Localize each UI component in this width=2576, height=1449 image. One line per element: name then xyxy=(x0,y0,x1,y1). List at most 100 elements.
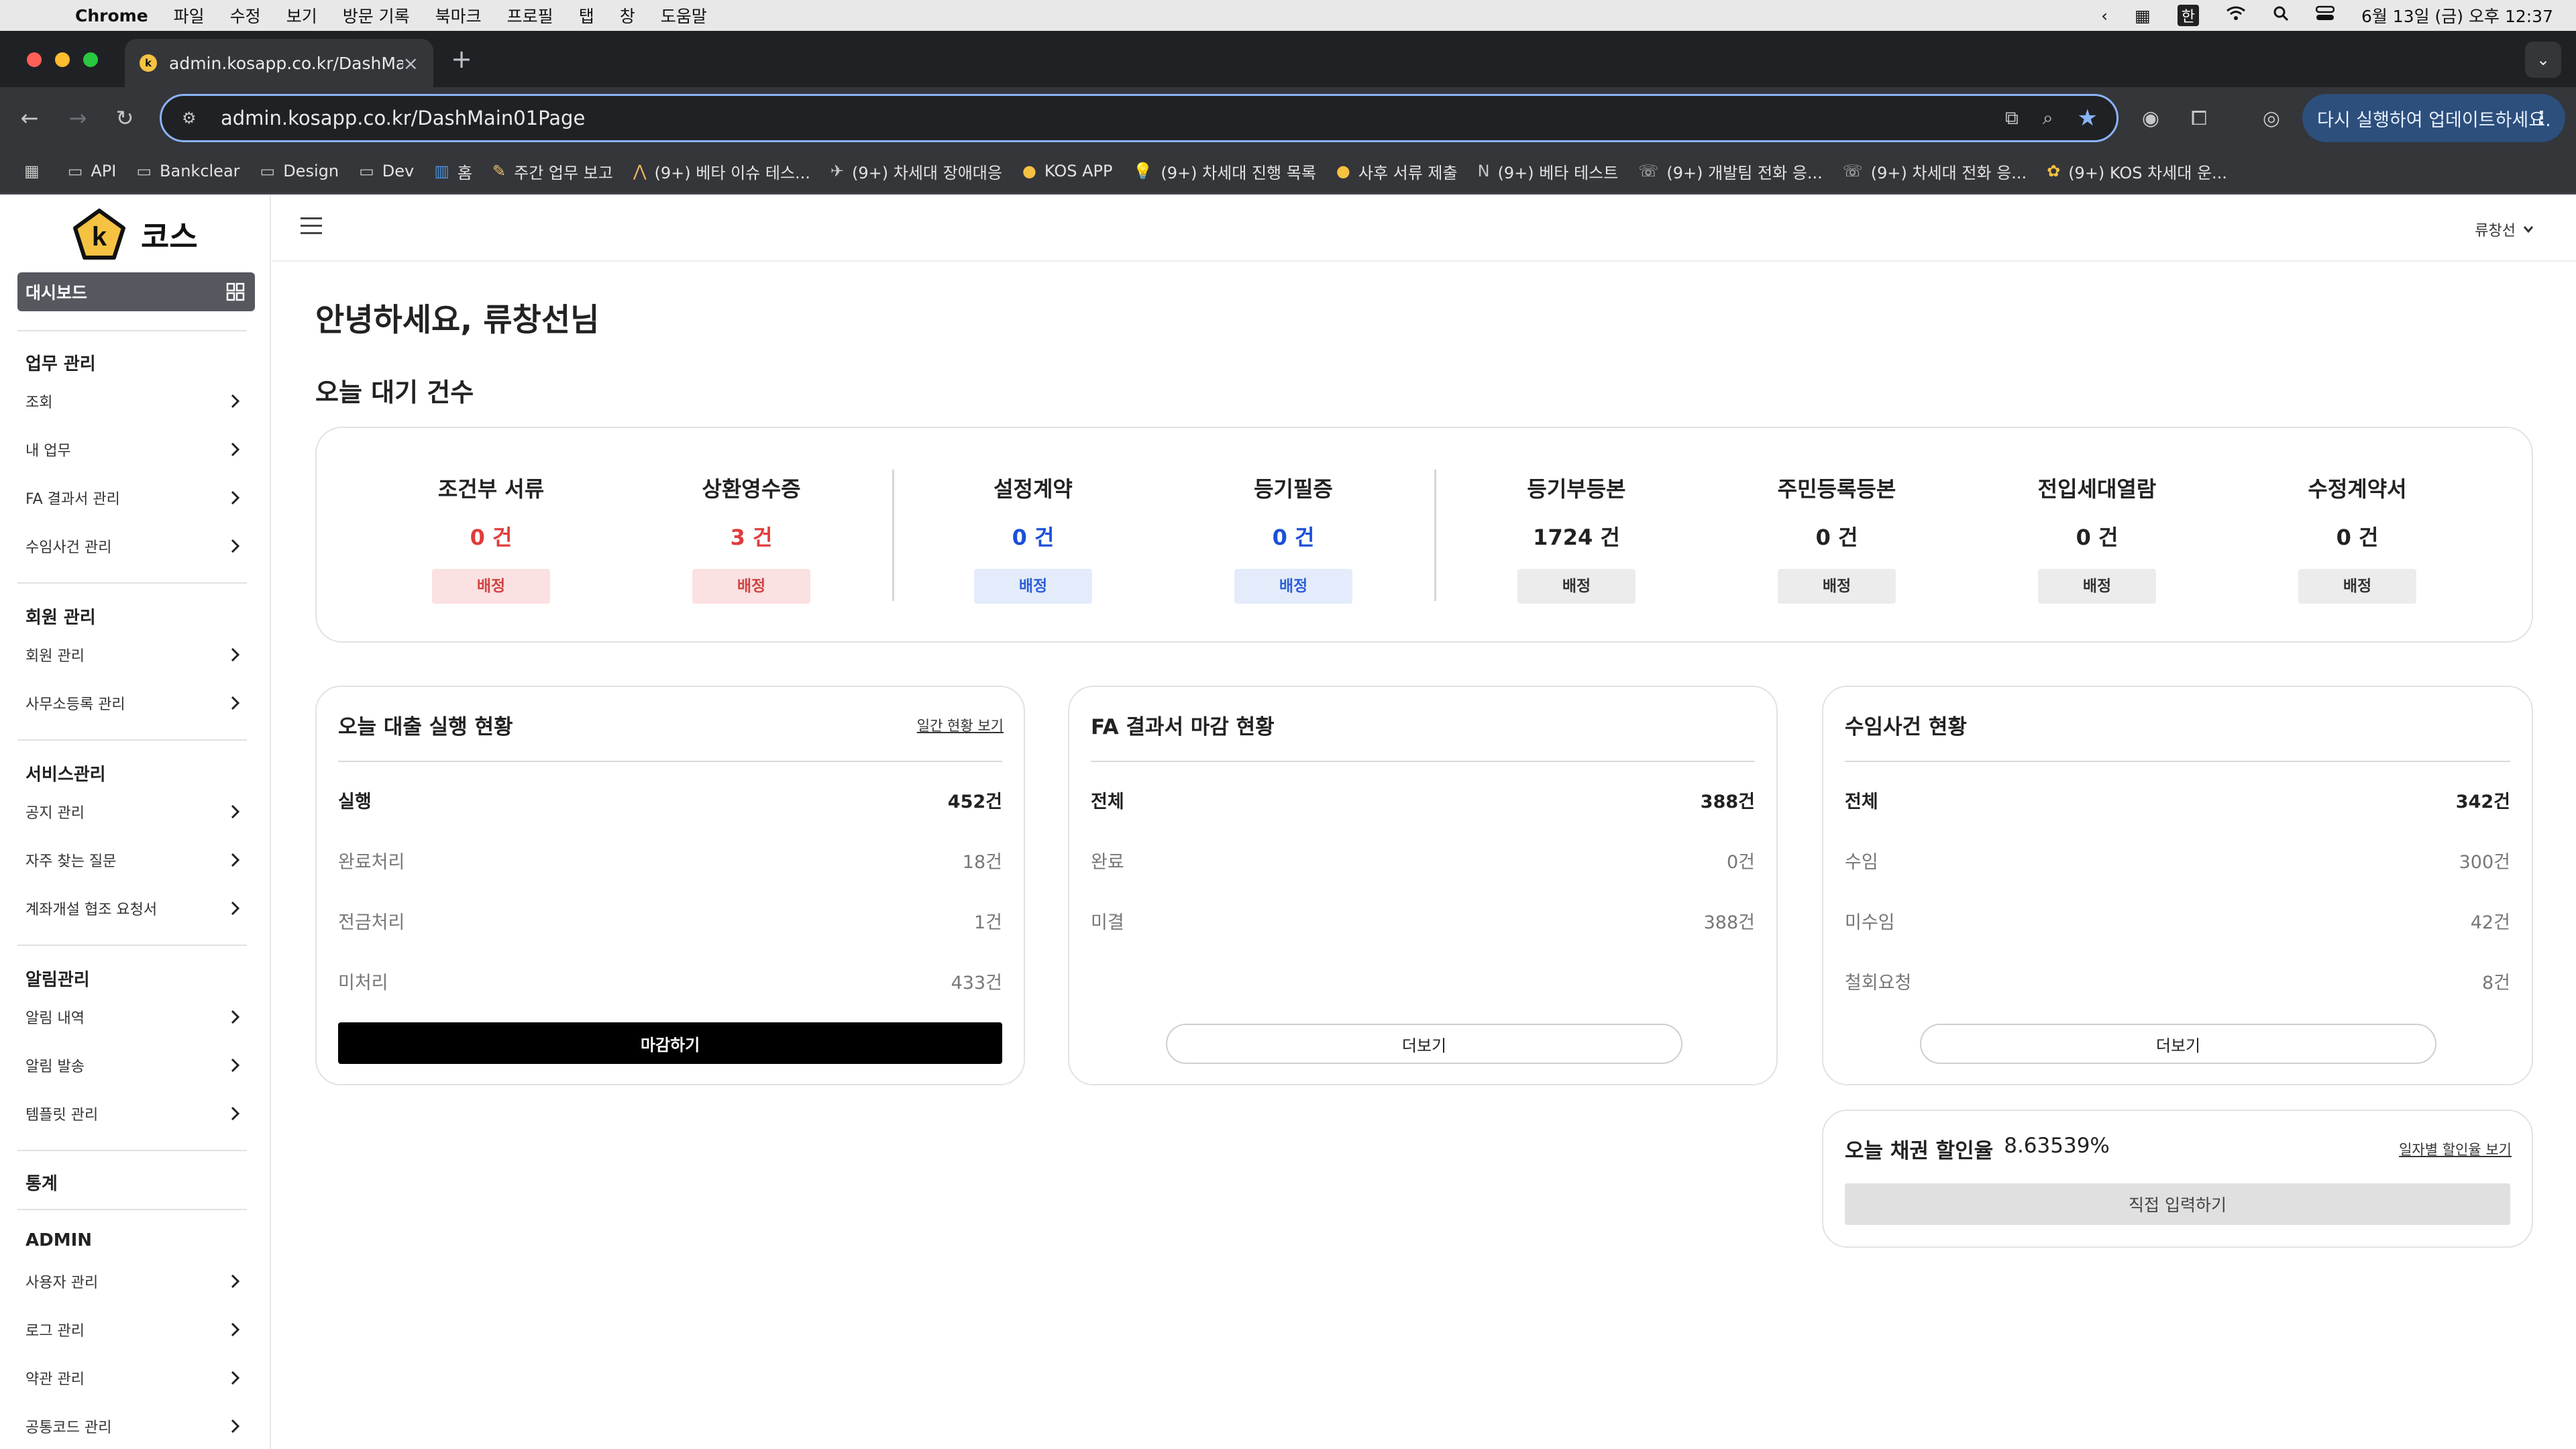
address-bar[interactable]: ⚙ admin.kosapp.co.kr/DashMain01Page ⧉ ⌕ … xyxy=(160,94,2118,142)
more-button[interactable]: 더보기 xyxy=(1920,1024,2436,1064)
bookmark-item[interactable]: ⋀ (9+) 베타 이슈 테스... xyxy=(633,160,810,183)
user-menu[interactable]: 류창선 xyxy=(2475,219,2534,240)
reload-icon[interactable]: ↻ xyxy=(111,105,138,131)
update-chrome-button[interactable]: 다시 실행하여 업데이트하세요. ⋮ xyxy=(2302,94,2565,142)
input-source-indicator[interactable]: 한 xyxy=(2177,5,2199,26)
new-tab-icon[interactable]: + xyxy=(448,44,475,74)
bookmark-item[interactable]: ☏ (9+) 개발팀 전화 응... xyxy=(1638,160,1822,183)
sidebar-item-search[interactable]: 조회 xyxy=(25,388,244,415)
sidebar-item-users[interactable]: 사용자 관리 xyxy=(25,1268,244,1295)
profile-avatar-icon[interactable]: ◎ xyxy=(2257,103,2286,133)
sidebar-item-dashboard[interactable]: 대시보드 xyxy=(17,272,255,311)
sidebar-item-logs[interactable]: 로그 관리 xyxy=(25,1316,244,1343)
assign-button[interactable]: 배정 xyxy=(692,569,810,604)
sidebar-item-faq[interactable]: 자주 찾는 질문 xyxy=(25,847,244,873)
bookmark-item[interactable]: ✿ (9+) KOS 차세대 운... xyxy=(2047,160,2227,183)
bookmark-item[interactable]: ✎ 주간 업무 보고 xyxy=(492,160,613,183)
address-url[interactable]: admin.kosapp.co.kr/DashMain01Page xyxy=(221,107,2005,129)
sidebar-item-members[interactable]: 회원 관리 xyxy=(25,641,244,668)
sidebar-item-office-registration[interactable]: 사무소등록 관리 xyxy=(25,690,244,716)
bookmark-item[interactable]: ▥ 홈 xyxy=(434,160,472,183)
bookmark-item[interactable]: ▭ Dev xyxy=(359,162,414,180)
menu-edit[interactable]: 수정 xyxy=(230,3,261,28)
sidebar-item-alert-send[interactable]: 알림 발송 xyxy=(25,1052,244,1079)
assign-button[interactable]: 배정 xyxy=(2298,569,2416,604)
sidebar-item-templates[interactable]: 템플릿 관리 xyxy=(25,1100,244,1127)
assign-button[interactable]: 배정 xyxy=(432,569,550,604)
sidebar-item-label: 템플릿 관리 xyxy=(25,1107,99,1124)
menu-history[interactable]: 방문 기록 xyxy=(343,3,410,28)
sidebar-item-statistics[interactable]: 통계 xyxy=(25,1170,58,1195)
browser-tab[interactable]: k admin.kosapp.co.kr/DashMain × xyxy=(125,39,433,87)
menu-tab[interactable]: 탭 xyxy=(579,3,594,28)
menu-file[interactable]: 파일 xyxy=(174,3,205,28)
assign-button[interactable]: 배정 xyxy=(974,569,1092,604)
apple-icon[interactable] xyxy=(25,0,55,31)
bookmark-item[interactable]: 💡 (9+) 차세대 진행 목록 xyxy=(1132,160,1316,183)
bookmark-label: Bankclear xyxy=(160,162,240,180)
brand-logo[interactable]: k 코스 xyxy=(72,208,198,262)
back-arrow-icon[interactable]: ← xyxy=(16,105,43,131)
sidebar-item-fa-report[interactable]: FA 결과서 관리 xyxy=(25,484,244,511)
camera-icon[interactable]: ◉ xyxy=(2136,103,2165,133)
assign-button[interactable]: 배정 xyxy=(1778,569,1896,604)
sidebar-item-common-codes[interactable]: 공통코드 관리 xyxy=(25,1413,244,1440)
menu-app-name[interactable]: Chrome xyxy=(75,6,148,25)
menu-profile[interactable]: 프로필 xyxy=(507,3,553,28)
stat-label: 전체 xyxy=(1845,791,1878,812)
bookmark-item[interactable]: ▭ Bankclear xyxy=(136,162,239,180)
zoom-icon[interactable]: ⌕ xyxy=(2043,107,2053,129)
forward-arrow-icon[interactable]: → xyxy=(64,105,91,131)
apps-grid-icon[interactable]: ▦ xyxy=(24,162,48,180)
sidebar-item-notices[interactable]: 공지 관리 xyxy=(25,798,244,825)
folder-icon: ▭ xyxy=(260,162,276,180)
update-chrome-label: 다시 실행하여 업데이트하세요. xyxy=(2317,109,2551,131)
menu-view[interactable]: 보기 xyxy=(286,3,317,28)
sidebar-item-terms[interactable]: 약관 관리 xyxy=(25,1364,244,1391)
bookmark-item[interactable]: ☏ (9+) 차세대 전화 응... xyxy=(1843,160,2027,183)
sidebar-item-label: 알림 발송 xyxy=(25,1059,85,1075)
menu-bookmarks[interactable]: 북마크 xyxy=(435,3,482,28)
card-title: 오늘 대출 실행 현황 xyxy=(338,715,513,739)
more-vert-icon[interactable]: ⋮ xyxy=(2532,108,2551,129)
bookmark-item[interactable]: ▭ API xyxy=(68,162,117,180)
zoom-window-button[interactable] xyxy=(83,52,98,67)
sidebar-item-my-tasks[interactable]: 내 업무 xyxy=(25,436,244,463)
manual-input-button[interactable]: 직접 입력하기 xyxy=(1845,1183,2510,1225)
close-tab-icon[interactable]: × xyxy=(403,52,419,74)
more-button[interactable]: 더보기 xyxy=(1166,1024,1682,1064)
wifi-icon[interactable] xyxy=(2226,5,2246,25)
sidebar-item-case-management[interactable]: 수임사건 관리 xyxy=(25,533,244,559)
spotlight-search-icon[interactable] xyxy=(2273,5,2289,25)
chevron-right-icon xyxy=(231,1371,240,1385)
assign-button[interactable]: 배정 xyxy=(2038,569,2156,604)
extensions-puzzle-icon[interactable]: ⧠ xyxy=(2184,103,2214,133)
daily-status-link[interactable]: 일간 현황 보기 xyxy=(917,715,1004,735)
sidebar-item-account-request[interactable]: 계좌개설 협조 요청서 xyxy=(25,895,244,922)
install-app-icon[interactable]: ⧉ xyxy=(2005,107,2019,129)
bookmark-star-icon[interactable]: ★ xyxy=(2078,105,2098,131)
bookmark-item[interactable]: ▭ Design xyxy=(260,162,339,180)
keyboard-icon[interactable]: ▦ xyxy=(2135,6,2151,25)
chevron-left-icon[interactable]: ‹ xyxy=(2101,6,2108,25)
sidebar-item-alert-history[interactable]: 알림 내역 xyxy=(25,1004,244,1030)
assign-button[interactable]: 배정 xyxy=(1234,569,1352,604)
bookmark-item[interactable]: ● KOS APP xyxy=(1022,162,1113,180)
menu-help[interactable]: 도움말 xyxy=(661,3,707,28)
bookmark-item[interactable]: ● 사후 서류 제출 xyxy=(1336,160,1458,183)
tab-search-chevron-icon[interactable]: ⌄ xyxy=(2525,42,2561,78)
bookmark-item[interactable]: N (9+) 베타 테스트 xyxy=(1478,160,1619,183)
site-settings-icon[interactable]: ⚙ xyxy=(182,109,202,127)
bookmark-item[interactable]: ✈ (9+) 차세대 장애대응 xyxy=(830,160,1002,183)
close-day-button[interactable]: 마감하기 xyxy=(338,1022,1002,1064)
minimize-window-button[interactable] xyxy=(55,52,70,67)
hamburger-menu-icon[interactable] xyxy=(301,217,322,235)
menubar-clock[interactable]: 6월 13일 (금) 오후 12:37 xyxy=(2361,3,2553,28)
rate-by-date-link[interactable]: 일자별 할인율 보기 xyxy=(2399,1139,2512,1159)
menu-window[interactable]: 창 xyxy=(620,3,635,28)
close-window-button[interactable] xyxy=(27,52,42,67)
assign-button[interactable]: 배정 xyxy=(1517,569,1635,604)
control-center-icon[interactable] xyxy=(2315,5,2335,25)
bookmarks-bar: ▦ ▭ API ▭ Bankclear ▭ Design ▭ Dev ▥ 홈 ✎ 주간 업무… xyxy=(0,149,2576,195)
main-content: 류창선 안녕하세요, 류창선님 오늘 대기 건수 조건부 서류 0 건 배정 상… xyxy=(272,195,2576,1449)
